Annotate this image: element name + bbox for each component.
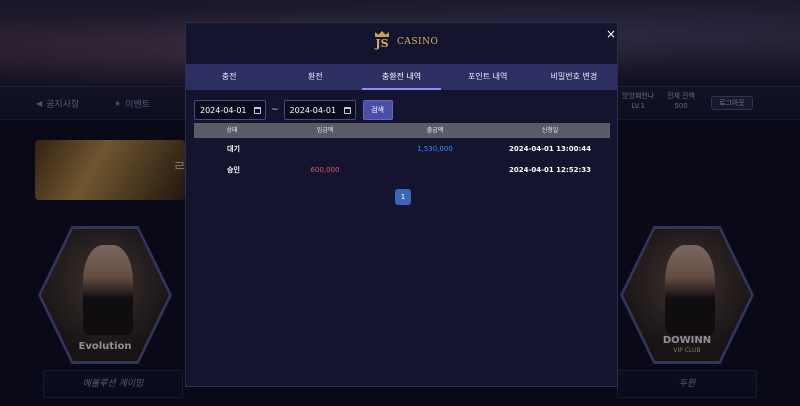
end-date-value: 2024-04-01 xyxy=(289,105,337,115)
search-button[interactable]: 검색 xyxy=(362,100,393,120)
tab-change-password[interactable]: 비밀번호 변경 xyxy=(531,64,617,90)
history-table: 상태 입금액 출금액 신청일 대기 1,530,000 2024-04-01 1… xyxy=(194,123,610,180)
header-status: 상태 xyxy=(226,127,238,134)
row-date: 2024-04-01 12:52:33 xyxy=(508,166,592,174)
logo-text: CASINO xyxy=(397,37,439,47)
header-date: 신청일 xyxy=(541,127,559,134)
row-status: 승인 xyxy=(227,166,240,174)
account-modal: JS CASINO × 충전 환전 충환전 내역 포인트 내역 비밀번호 변경 … xyxy=(185,22,618,387)
close-button[interactable]: × xyxy=(606,27,616,41)
header-deposit: 입금액 xyxy=(316,127,334,134)
tab-point-history[interactable]: 포인트 내역 xyxy=(445,64,531,90)
calendar-icon[interactable] xyxy=(254,106,261,114)
tab-transaction-history[interactable]: 충환전 내역 xyxy=(358,64,444,90)
page-button-1[interactable]: 1 xyxy=(395,189,411,205)
casino-logo: JS CASINO xyxy=(369,31,438,53)
start-date-input[interactable]: 2024-04-01 xyxy=(194,100,266,120)
tab-deposit[interactable]: 충전 xyxy=(186,64,272,90)
table-row: 대기 1,530,000 2024-04-01 13:00:44 xyxy=(194,139,610,159)
modal-tabs: 충전 환전 충환전 내역 포인트 내역 비밀번호 변경 xyxy=(186,64,617,90)
header-withdraw: 출금액 xyxy=(426,127,444,134)
row-date: 2024-04-01 13:00:44 xyxy=(508,145,592,153)
tab-withdraw[interactable]: 환전 xyxy=(272,64,358,90)
table-row: 승인 600,000 2024-04-01 12:52:33 xyxy=(194,160,610,180)
start-date-value: 2024-04-01 xyxy=(200,105,247,115)
row-deposit: 600,000 xyxy=(310,166,340,174)
table-header: 상태 입금액 출금액 신청일 xyxy=(194,123,610,138)
end-date-input[interactable]: 2024-04-01 xyxy=(283,100,356,120)
row-status: 대기 xyxy=(227,145,240,153)
logo-mark: JS xyxy=(375,37,389,50)
modal-header: JS CASINO × xyxy=(186,23,617,63)
date-filter: 2024-04-01 ~ 2024-04-01 검색 xyxy=(194,100,393,120)
crown-icon: JS xyxy=(369,31,395,53)
row-withdraw: 1,530,000 xyxy=(417,145,453,153)
calendar-icon[interactable] xyxy=(343,106,351,114)
date-separator: ~ xyxy=(271,105,279,115)
